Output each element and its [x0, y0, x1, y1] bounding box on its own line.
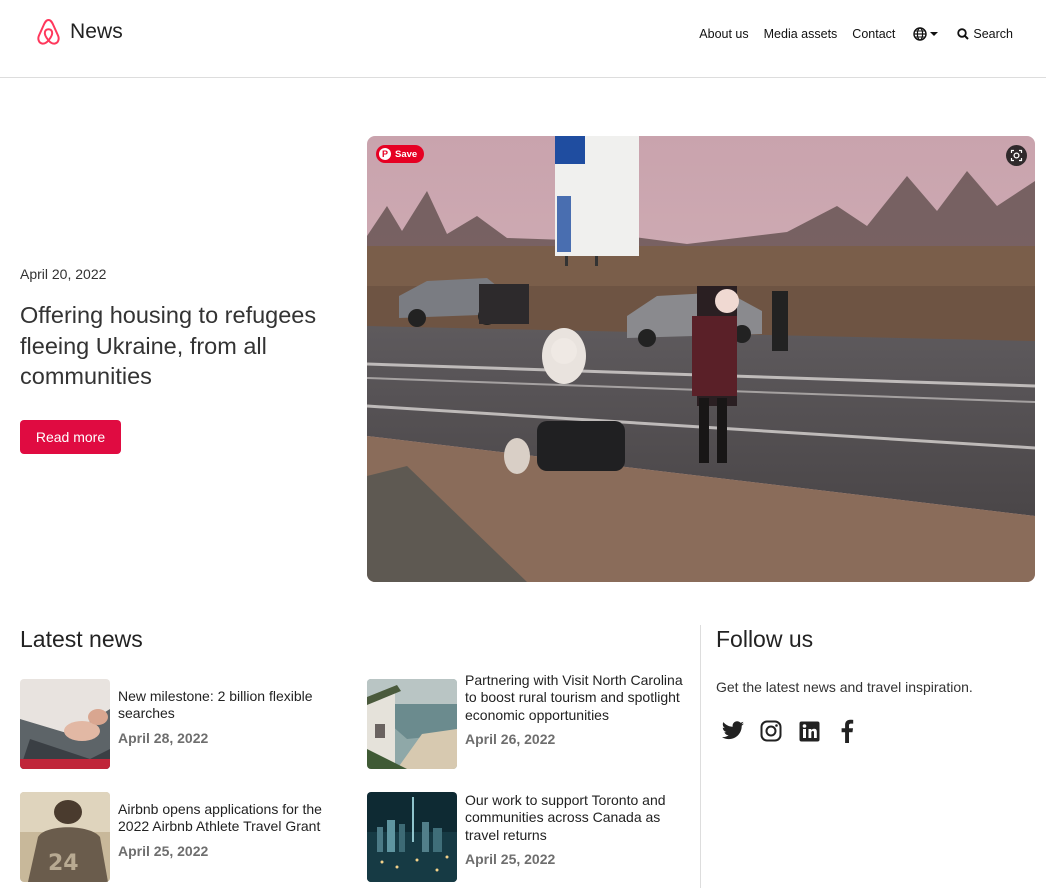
search-icon — [957, 28, 970, 40]
news-title[interactable]: Partnering with Visit North Carolina to … — [465, 672, 695, 724]
site-header: News About us Media assets Contact Searc… — [0, 0, 1046, 78]
news-thumbnail-toronto — [367, 792, 457, 882]
search-label: Search — [973, 27, 1013, 41]
pinterest-icon: P — [379, 148, 391, 160]
hero-image[interactable]: P Save — [367, 136, 1035, 582]
news-item[interactable]: Partnering with Visit North Carolina to … — [367, 672, 695, 769]
latest-news-heading: Latest news — [20, 626, 143, 652]
news-item[interactable]: 24 Airbnb opens applications for the 202… — [20, 792, 348, 882]
news-date: April 25, 2022 — [118, 842, 209, 859]
main-nav: About us Media assets Contact Search — [699, 24, 1013, 44]
nav-contact[interactable]: Contact — [852, 27, 895, 41]
news-thumbnail-athlete: 24 — [20, 792, 110, 882]
brand[interactable]: News — [35, 16, 123, 48]
news-date: April 25, 2022 — [465, 851, 556, 868]
search-button[interactable]: Search — [957, 27, 1013, 41]
brand-name: News — [70, 20, 123, 43]
instagram-icon[interactable] — [759, 718, 783, 744]
news-thumbnail-laptop — [20, 679, 110, 769]
nav-about-us[interactable]: About us — [699, 27, 748, 41]
news-date: April 26, 2022 — [465, 731, 556, 748]
lens-icon — [1010, 149, 1023, 162]
news-thumbnail-coast — [367, 679, 457, 769]
nav-media-assets[interactable]: Media assets — [764, 27, 838, 41]
globe-icon — [913, 27, 928, 41]
read-more-button[interactable]: Read more — [20, 420, 121, 454]
facebook-icon[interactable] — [835, 718, 859, 744]
news-text: Airbnb opens applications for the 2022 A… — [118, 792, 348, 882]
section-divider — [700, 625, 701, 888]
visual-search-lens-icon[interactable] — [1006, 145, 1027, 166]
news-item[interactable]: Our work to support Toronto and communit… — [367, 792, 695, 882]
airbnb-logo-icon — [37, 18, 60, 45]
news-title[interactable]: Our work to support Toronto and communit… — [465, 792, 695, 844]
hero-title[interactable]: Offering housing to refugees fleeing Ukr… — [20, 300, 350, 392]
news-title[interactable]: New milestone: 2 billion flexible search… — [118, 688, 348, 723]
news-item[interactable]: New milestone: 2 billion flexible search… — [20, 679, 348, 769]
follow-us-heading: Follow us — [716, 626, 814, 652]
news-text: New milestone: 2 billion flexible search… — [118, 679, 348, 769]
hero-date: April 20, 2022 — [20, 266, 107, 282]
svg-text:24: 24 — [48, 851, 79, 876]
pinterest-save-label: Save — [395, 148, 418, 160]
hero-photo — [367, 136, 1035, 582]
news-text: Our work to support Toronto and communit… — [465, 792, 695, 882]
news-title[interactable]: Airbnb opens applications for the 2022 A… — [118, 801, 348, 836]
news-date: April 28, 2022 — [118, 729, 209, 746]
pinterest-save-button[interactable]: P Save — [376, 145, 425, 163]
social-links — [721, 718, 873, 744]
news-text: Partnering with Visit North Carolina to … — [465, 672, 695, 769]
language-selector[interactable] — [913, 27, 939, 41]
linkedin-icon[interactable] — [797, 718, 821, 744]
chevron-down-icon — [930, 32, 939, 36]
follow-us-text: Get the latest news and travel inspirati… — [716, 679, 973, 695]
twitter-icon[interactable] — [721, 718, 745, 744]
